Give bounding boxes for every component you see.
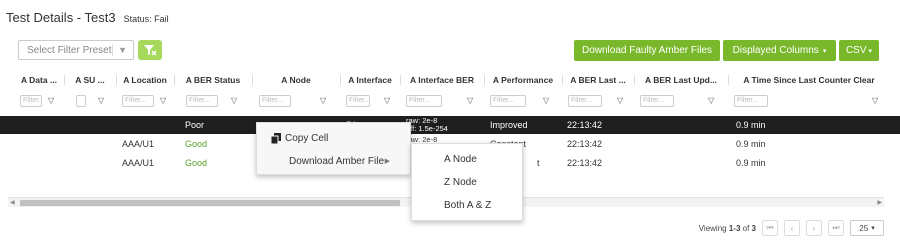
clear-filter-button[interactable] [138,40,162,60]
filter-icon[interactable]: ▽ [617,95,623,107]
filter-input[interactable]: Filter... [346,95,370,107]
page-title: Test Details - Test3 [6,10,116,25]
page-size-value: 25 [859,223,869,233]
column-header[interactable]: A Performance [486,72,560,88]
cell-location: AAA/U1 [122,158,155,168]
cell-time-since-clear: 0.9 min [736,120,766,130]
filter-icon[interactable]: ▽ [231,95,237,107]
cell-performance: t [537,158,540,168]
cell-ber-last: 22:13:42 [567,120,603,130]
filter-icon[interactable]: ▽ [98,95,104,107]
download-faulty-amber-files-button[interactable]: Download Faulty Amber Files [574,40,720,61]
next-page-icon: › [812,223,816,233]
chevron-down-icon: ▼ [112,44,127,56]
filter-input[interactable] [76,95,86,107]
filter-input[interactable]: Filter... [734,95,768,107]
submenu-item-both[interactable]: Both A & Z [412,195,522,217]
scroll-left-icon[interactable]: ◀ [10,198,15,208]
filter-input[interactable]: Filter... [20,95,42,107]
column-header[interactable]: A Location [118,72,172,88]
filter-input[interactable]: Filter... [568,95,602,107]
copy-icon [271,132,281,144]
cell-ber-status: Poor [185,120,205,130]
cell-ber-status: Good [185,158,208,168]
viewing-range: 1-3 [728,223,741,233]
copy-cell-menu-item[interactable]: Copy Cell [257,127,410,149]
filter-row: Filter... ▽ ▽ Filter... ▽ Filter... ▽ Fi… [0,94,900,110]
viewing-of: of [742,223,750,233]
cell-location: AAA/U1 [122,139,155,149]
column-header[interactable]: A BER Status [176,72,250,88]
filter-icon[interactable]: ▽ [708,95,714,107]
interface-ber-eff: eff: 1.5e-254 [406,124,448,133]
page-size-select[interactable]: 25 ▾ [850,220,884,236]
csv-export-button[interactable]: CSV ▾ [839,40,879,61]
viewing-prefix: Viewing [698,223,727,233]
filter-input[interactable]: Filter... [490,95,526,107]
last-page-button[interactable]: ⏭ [828,220,844,236]
chevron-down-icon: ▾ [822,47,827,55]
download-faulty-label: Download Faulty Amber Files [581,45,713,56]
column-header[interactable]: A Data ... [14,72,64,88]
scrollbar-thumb[interactable] [20,200,400,206]
next-page-button[interactable]: › [806,220,822,236]
chevron-down-icon: ▾ [871,225,875,232]
filter-icon[interactable]: ▽ [872,95,878,107]
displayed-columns-label: Displayed Columns [732,45,819,56]
column-header[interactable]: A BER Last ... [564,72,632,88]
filter-input[interactable]: Filter... [259,95,291,107]
viewing-total: 3 [751,223,756,233]
cell-ber-last: 22:13:42 [567,158,603,168]
viewing-summary: Viewing 1-3 of 3 [699,224,756,233]
filter-input[interactable]: Filter... [640,95,674,107]
filter-preset-placeholder: Select Filter Preset [27,44,112,56]
test-status: Status: Fail [123,14,169,24]
scroll-right-icon[interactable]: ▶ [877,198,882,208]
pagination: Viewing 1-3 of 3 ⏮ ‹ › ⏭ 25 ▾ [699,220,884,236]
filter-preset-select[interactable]: Select Filter Preset ▼ [18,40,134,60]
filter-icon[interactable]: ▽ [467,95,473,107]
submenu-item-z-node[interactable]: Z Node [412,172,522,194]
download-amber-submenu: A Node Z Node Both A & Z [411,143,523,221]
filter-icon[interactable]: ▽ [160,95,166,107]
table-row[interactable]: Poor P1 raw: 2e-8 eff: 1.5e-254 Improved… [0,116,900,134]
cell-ber-status: Good [185,139,208,149]
filter-clear-icon [144,45,157,56]
toolbar: Select Filter Preset ▼ Download Faulty A… [0,40,900,62]
column-header[interactable]: A Time Since Last Counter Clear [730,72,888,88]
copy-cell-label: Copy Cell [285,132,329,144]
filter-icon[interactable]: ▽ [543,95,549,107]
context-menu: Copy Cell Download Amber File ▶ [256,122,411,175]
prev-page-button[interactable]: ‹ [784,220,800,236]
table-header: A Data ... A SU ... A Location A BER Sta… [0,72,900,88]
download-amber-label: Download Amber File [289,155,385,167]
cell-ber-last: 22:13:42 [567,139,603,149]
csv-label: CSV [845,45,867,56]
download-amber-file-menu-item[interactable]: Download Amber File ▶ [257,150,410,172]
column-header[interactable]: A SU ... [66,72,114,88]
filter-icon[interactable]: ▽ [48,95,54,107]
column-header[interactable]: A Interface BER [402,72,482,88]
filter-input[interactable]: Filter... [186,95,218,107]
chevron-right-icon: ▶ [384,158,390,165]
last-page-icon: ⏭ [832,223,840,232]
column-header[interactable]: A Node [254,72,338,88]
cell-time-since-clear: 0.9 min [736,158,766,168]
cell-performance: Improved [490,120,528,130]
cell-time-since-clear: 0.9 min [736,139,766,149]
filter-input[interactable]: Filter... [406,95,442,107]
page-header: Test Details - Test3 Status: Fail [6,10,169,25]
filter-input[interactable]: Filter... [122,95,154,107]
cell-interface-ber: raw: 2e-8 eff: 1.5e-254 [406,117,448,135]
prev-page-icon: ‹ [790,223,794,233]
filter-icon[interactable]: ▽ [320,95,326,107]
filter-icon[interactable]: ▽ [384,95,390,107]
first-page-icon: ⏮ [766,223,774,232]
chevron-down-icon: ▾ [868,47,873,55]
first-page-button[interactable]: ⏮ [762,220,778,236]
column-header[interactable]: A Interface [342,72,398,88]
displayed-columns-button[interactable]: Displayed Columns ▾ [723,40,836,61]
submenu-item-a-node[interactable]: A Node [412,149,522,171]
column-header[interactable]: A BER Last Upd... [636,72,726,88]
